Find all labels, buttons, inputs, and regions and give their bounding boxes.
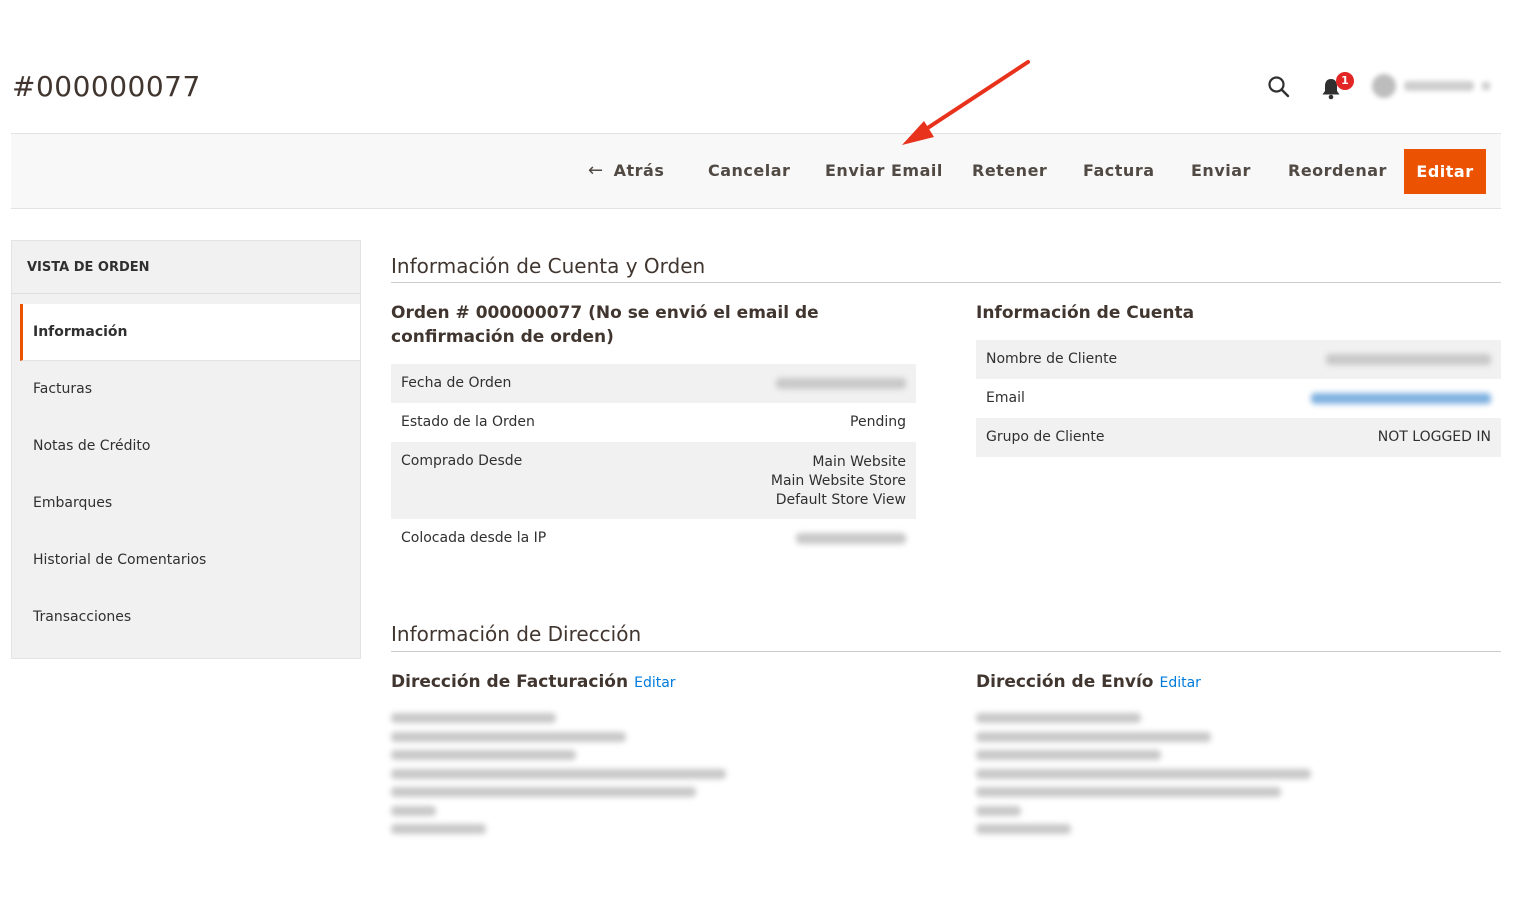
address-line-blurred	[976, 787, 1281, 797]
avatar	[1372, 74, 1396, 98]
store-view-name: Default Store View	[775, 492, 906, 508]
address-line-blurred	[391, 805, 436, 816]
notifications-bell[interactable]: 1	[1320, 72, 1354, 102]
table-row: Grupo de Cliente NOT LOGGED IN	[976, 418, 1501, 457]
billing-address-heading: Dirección de Facturación Editar	[391, 672, 676, 692]
address-line-blurred	[391, 713, 556, 723]
edit-billing-address-link[interactable]: Editar	[634, 675, 675, 691]
website-name: Main Website	[812, 454, 906, 470]
customer-group-label: Grupo de Cliente	[986, 429, 1105, 445]
customer-name-blurred	[1326, 353, 1491, 365]
reorder-button[interactable]: Reordenar	[1288, 148, 1387, 194]
address-line-blurred	[976, 824, 1071, 834]
table-row: Email	[976, 379, 1501, 418]
search-icon[interactable]	[1266, 74, 1292, 100]
address-line-blurred	[976, 731, 1211, 742]
user-account-menu[interactable]	[1372, 70, 1502, 102]
section-divider	[391, 651, 1501, 652]
section-divider	[391, 282, 1501, 283]
notification-count-badge: 1	[1336, 72, 1354, 90]
sidebar-item-notas-de-credito[interactable]: Notas de Crédito	[20, 418, 360, 475]
chevron-down-icon	[1482, 82, 1490, 90]
page-title: #000000077	[12, 70, 201, 103]
table-row: Nombre de Cliente	[976, 340, 1501, 379]
order-view-sidebar: VISTA DE ORDEN Información Facturas Nota…	[11, 240, 361, 659]
sidebar-item-facturas[interactable]: Facturas	[20, 361, 360, 418]
table-row: Colocada desde la IP	[391, 519, 916, 558]
billing-address-block	[391, 713, 731, 843]
edit-shipping-address-link[interactable]: Editar	[1159, 675, 1200, 691]
address-line-blurred	[976, 805, 1021, 816]
table-row: Comprado Desde Main Website Main Website…	[391, 442, 916, 519]
customer-email-link[interactable]	[1202, 379, 1501, 418]
address-line-blurred	[391, 768, 726, 779]
sidebar-title: VISTA DE ORDEN	[12, 241, 360, 294]
purchased-from-value: Main Website Main Website Store Default …	[662, 442, 916, 519]
order-info-table: Fecha de Orden Estado de la Orden Pendin…	[391, 364, 916, 558]
order-date-value-blurred	[776, 377, 906, 389]
placed-from-ip-value	[662, 519, 916, 558]
user-name-blurred	[1404, 81, 1474, 91]
address-line-blurred	[976, 768, 1311, 779]
address-line-blurred	[391, 824, 486, 834]
shipping-address-heading: Dirección de Envío Editar	[976, 672, 1201, 692]
sidebar-item-informacion[interactable]: Información	[20, 304, 360, 361]
purchased-from-label: Comprado Desde	[401, 453, 523, 469]
customer-name-value	[1202, 340, 1501, 379]
customer-group-value: NOT LOGGED IN	[1377, 429, 1491, 445]
table-row: Estado de la Orden Pending	[391, 403, 916, 442]
address-section-title: Información de Dirección	[391, 622, 642, 646]
invoice-button[interactable]: Factura	[1083, 148, 1155, 194]
order-heading: Orden # 000000077 (No se envió el email …	[391, 303, 819, 347]
account-order-section-title: Información de Cuenta y Orden	[391, 254, 706, 278]
table-row: Fecha de Orden	[391, 364, 916, 403]
address-line-blurred	[391, 731, 626, 742]
customer-name-label: Nombre de Cliente	[986, 351, 1118, 367]
shipping-address-block	[976, 713, 1316, 843]
email-label: Email	[986, 390, 1025, 406]
order-status-value: Pending	[850, 414, 906, 430]
annotation-arrow-icon	[902, 60, 1030, 145]
account-info-heading: Información de Cuenta	[976, 303, 1195, 323]
store-name: Main Website Store	[770, 473, 906, 489]
address-line-blurred	[976, 713, 1141, 723]
cancel-button[interactable]: Cancelar	[708, 148, 790, 194]
sidebar-item-transacciones[interactable]: Transacciones	[20, 589, 360, 646]
ship-button[interactable]: Enviar	[1191, 148, 1251, 194]
customer-email-blurred[interactable]	[1311, 392, 1491, 404]
account-info-table: Nombre de Cliente Email Grupo de Cliente…	[976, 340, 1501, 457]
order-date-value	[662, 364, 916, 403]
back-button[interactable]: ← Atrás	[588, 148, 664, 194]
sidebar-item-historial-comentarios[interactable]: Historial de Comentarios	[20, 532, 360, 589]
sidebar-item-embarques[interactable]: Embarques	[20, 475, 360, 532]
address-line-blurred	[391, 787, 696, 797]
edit-order-button[interactable]: Editar	[1404, 149, 1486, 194]
address-line-blurred	[391, 750, 576, 760]
ip-value-blurred	[796, 532, 906, 544]
placed-from-ip-label: Colocada desde la IP	[401, 530, 547, 546]
arrow-left-icon: ←	[588, 160, 604, 181]
address-line-blurred	[976, 750, 1161, 760]
order-date-label: Fecha de Orden	[401, 375, 512, 391]
order-status-label: Estado de la Orden	[401, 414, 535, 430]
